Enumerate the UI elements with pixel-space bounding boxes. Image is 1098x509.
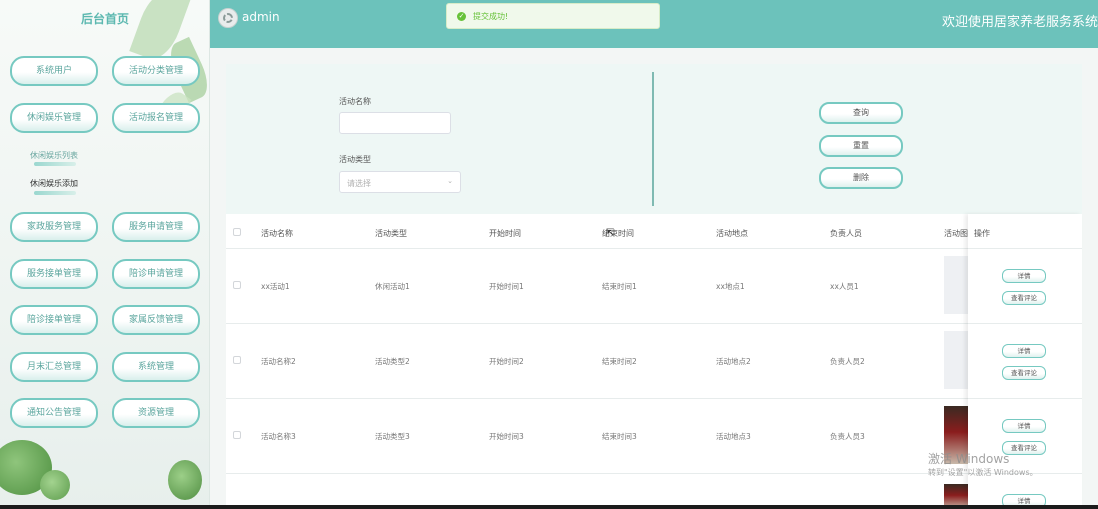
menu-housekeeping[interactable]: 家政服务管理	[10, 212, 98, 242]
row-checkbox[interactable]	[233, 431, 241, 439]
divider	[652, 72, 654, 206]
cell-location: 活动地点3	[716, 432, 751, 441]
cell-activity-name: 活动名称2	[261, 357, 296, 366]
sidebar: 后台首页 系统用户 活动分类管理 休闲娱乐管理 活动报名管理 休闲娱乐列表 休闲…	[0, 0, 210, 509]
select-all-checkbox[interactable]	[233, 228, 241, 236]
cell-location: xx地点1	[716, 282, 745, 291]
chevron-down-icon: ⌄	[447, 177, 453, 185]
menu-activity-category[interactable]: 活动分类管理	[112, 56, 200, 86]
detail-button[interactable]: 详情	[1002, 419, 1046, 433]
reset-button[interactable]: 重置	[819, 135, 903, 157]
cell-start-time: 开始时间3	[489, 432, 524, 441]
row-divider	[968, 398, 1082, 399]
row-divider	[226, 248, 1082, 249]
cell-location: 活动地点2	[716, 357, 751, 366]
detail-button[interactable]: 详情	[1002, 344, 1046, 358]
menu-leisure[interactable]: 休闲娱乐管理	[10, 103, 98, 133]
cell-person: 负责人员2	[830, 357, 865, 366]
menu-escort-request[interactable]: 陪诊申请管理	[112, 259, 200, 289]
welcome-text: 欢迎使用居家养老服务系统	[941, 15, 1098, 30]
activity-type-select[interactable]: 请选择 ⌄	[339, 171, 461, 193]
cell-end-time: 结束时间2	[602, 357, 637, 366]
activity-image	[944, 331, 968, 389]
cell-person: 负责人员3	[830, 432, 865, 441]
taskbar-edge	[0, 505, 1098, 509]
menu-family-feedback[interactable]: 家属反馈管理	[112, 305, 200, 335]
column-header: 活动类型	[375, 229, 407, 238]
top-header: admin ✓ 提交成功! 欢迎使用居家养老服务系统	[210, 0, 1098, 48]
row-checkbox[interactable]	[233, 356, 241, 364]
toast-message: 提交成功!	[473, 12, 509, 21]
cell-activity-type: 休闲活动1	[375, 282, 410, 291]
view-comments-button[interactable]: 查看评论	[1002, 291, 1046, 305]
menu-service-request[interactable]: 服务申请管理	[112, 212, 200, 242]
submenu-underline	[34, 191, 76, 195]
activity-image	[944, 256, 968, 314]
cell-end-time: 结束时间3	[602, 432, 637, 441]
activity-type-label: 活动类型	[339, 155, 371, 164]
submenu-leisure-add[interactable]: 休闲娱乐添加	[30, 178, 78, 189]
row-divider	[226, 323, 1082, 324]
row-divider	[226, 398, 1082, 399]
column-header: 活动图片	[944, 229, 968, 238]
cell-activity-name: xx活动1	[261, 282, 290, 291]
select-placeholder: 请选择	[347, 179, 371, 188]
column-header: 活动地点	[716, 229, 748, 238]
row-divider	[968, 248, 1082, 249]
success-toast: ✓ 提交成功!	[446, 3, 660, 29]
menu-monthly-summary[interactable]: 月末汇总管理	[10, 352, 98, 382]
menu-resources[interactable]: 资源管理	[112, 398, 200, 428]
view-comments-button[interactable]: 查看评论	[1002, 366, 1046, 380]
search-button[interactable]: 查询	[819, 102, 903, 124]
cell-activity-name: 活动名称3	[261, 432, 296, 441]
row-divider	[968, 323, 1082, 324]
column-header: 开始时间	[489, 229, 521, 238]
mouse-cursor-icon: ⇱	[606, 228, 615, 239]
column-header-actions: 操作	[974, 229, 990, 238]
detail-button[interactable]: 详情	[1002, 269, 1046, 283]
menu-system-users[interactable]: 系统用户	[10, 56, 98, 86]
menu-escort-orders[interactable]: 陪诊接单管理	[10, 305, 98, 335]
menu-activity-signup[interactable]: 活动报名管理	[112, 103, 200, 133]
windows-activation-watermark: 激活 Windows	[928, 452, 1010, 466]
avatar[interactable]	[218, 8, 238, 28]
column-header: 活动名称	[261, 229, 293, 238]
cell-end-time: 结束时间1	[602, 282, 637, 291]
row-checkbox[interactable]	[233, 281, 241, 289]
cell-person: xx人员1	[830, 282, 859, 291]
activity-name-input[interactable]	[339, 112, 451, 134]
cell-start-time: 开始时间2	[489, 357, 524, 366]
menu-system-management[interactable]: 系统管理	[112, 352, 200, 382]
menu-service-orders[interactable]: 服务接单管理	[10, 259, 98, 289]
cell-activity-type: 活动类型3	[375, 432, 410, 441]
submenu-leisure-list[interactable]: 休闲娱乐列表	[30, 150, 78, 161]
username: admin	[242, 10, 280, 24]
cell-start-time: 开始时间1	[489, 282, 524, 291]
lotus-leaf-decoration	[168, 460, 202, 500]
cell-activity-type: 活动类型2	[375, 357, 410, 366]
menu-announcements[interactable]: 通知公告管理	[10, 398, 98, 428]
windows-activation-hint: 转到"设置"以激活 Windows。	[928, 468, 1038, 477]
check-icon: ✓	[457, 12, 466, 21]
activity-name-label: 活动名称	[339, 97, 371, 106]
lotus-leaf-decoration	[40, 470, 70, 500]
column-header: 负责人员	[830, 229, 862, 238]
delete-button[interactable]: 删除	[819, 167, 903, 189]
sidebar-title[interactable]: 后台首页	[0, 10, 209, 27]
search-panel: 活动名称 活动类型 请选择 ⌄ 查询 重置 删除	[226, 64, 1082, 214]
loading-icon	[223, 13, 233, 23]
page: 后台首页 系统用户 活动分类管理 休闲娱乐管理 活动报名管理 休闲娱乐列表 休闲…	[0, 0, 1098, 509]
submenu-underline	[34, 162, 76, 166]
